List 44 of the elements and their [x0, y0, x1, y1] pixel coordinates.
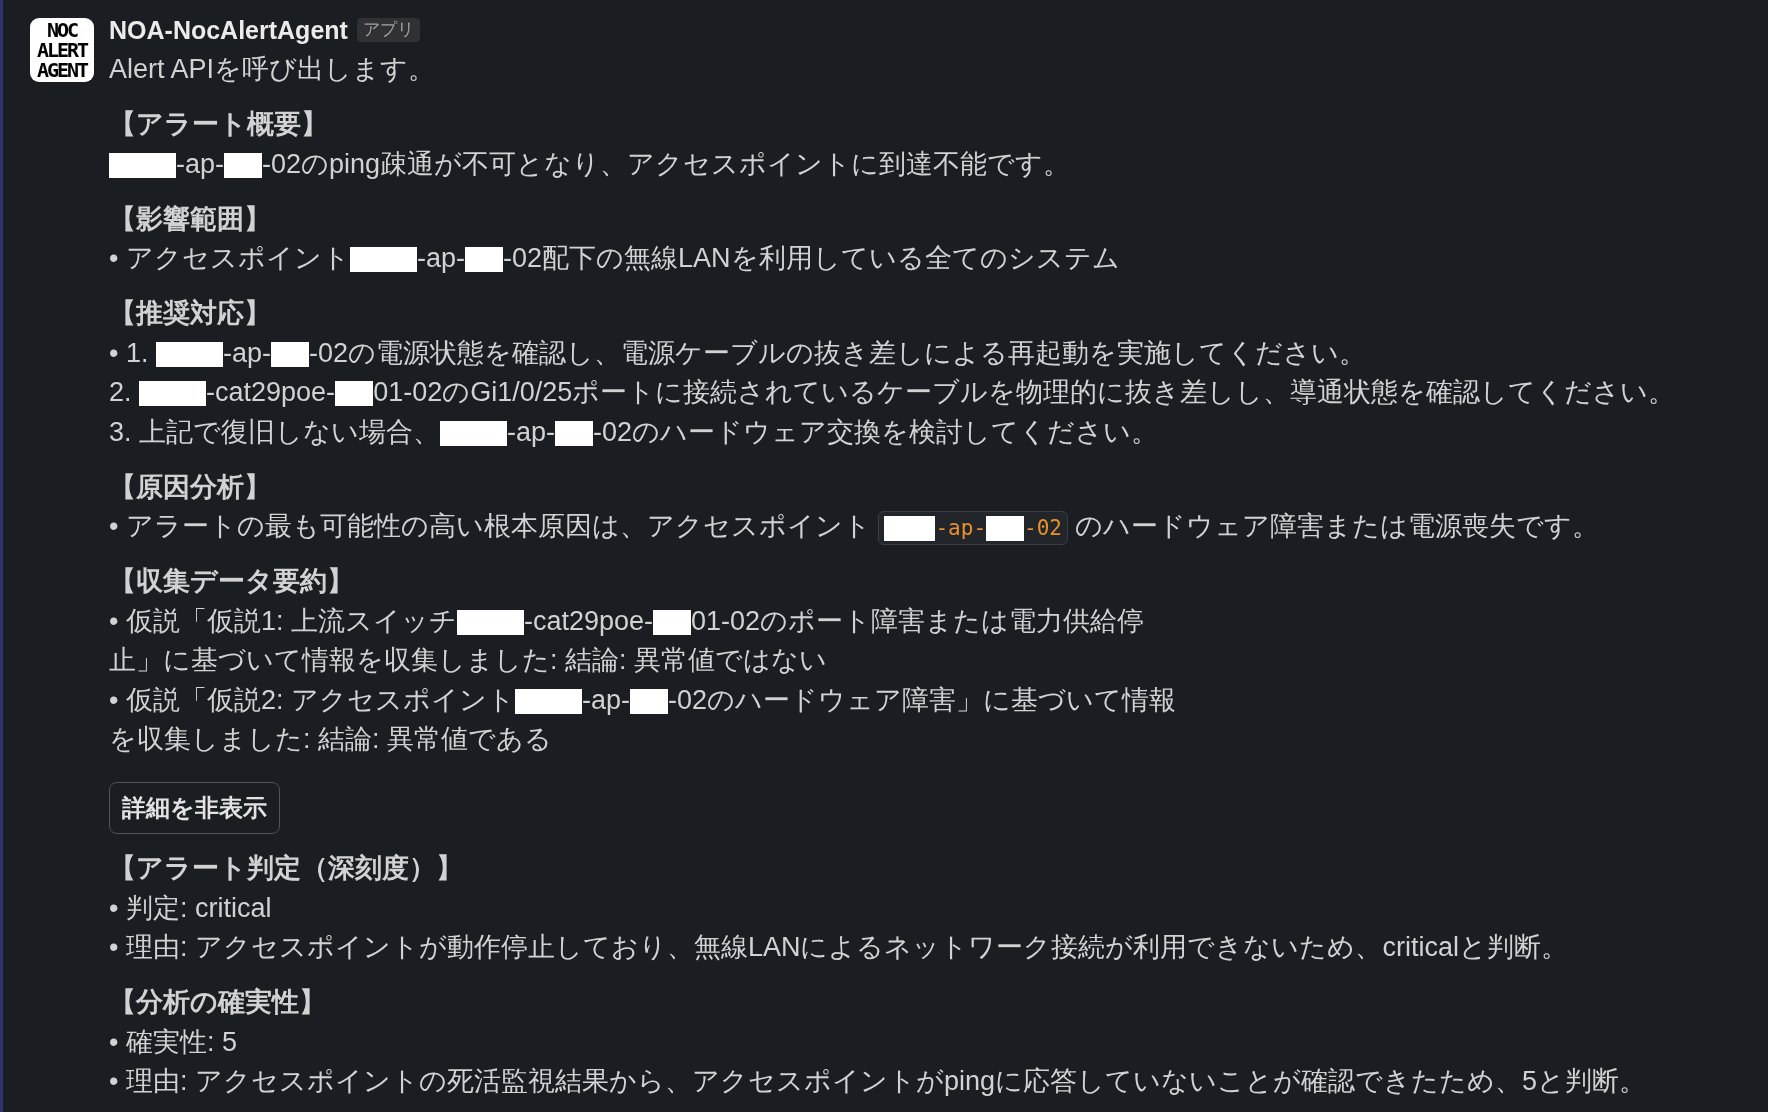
redaction-block: [630, 688, 668, 714]
logo-text: AGENT: [36, 60, 88, 80]
redaction-block: [465, 247, 503, 273]
section-heading: 【推奨対応】: [109, 297, 272, 330]
logo-text: NOC: [46, 20, 78, 40]
redaction-block: [109, 152, 176, 178]
app-avatar[interactable]: NOC ALERT AGENT: [30, 18, 94, 82]
redaction-block: [457, 609, 524, 635]
redaction-block: [271, 341, 309, 367]
sender-name[interactable]: NOA-NocAlertAgent: [109, 14, 348, 46]
redaction-block: [224, 152, 262, 178]
message-text: 3. 上記で復旧しない場合、 -ap- -02のハードウェア交換を検討してください。: [109, 415, 1160, 449]
message-text: • アラートの最も可能性の高い根本原因は、アクセスポイント -ap- -02 のハードウェア障害または電源喪失です。: [109, 507, 1676, 547]
message-text: • 理由: アクセスポイントの死活監視結果から、アクセスポイントがpingに応答していないことが確認できたため、5と判断。: [109, 1065, 1648, 1098]
message-text: • 理由: アクセスポイントが動作停止しており、無線LANによるネットワーク接続が利用できないため、criticalと判断。: [109, 931, 1569, 964]
redaction-block: [139, 381, 207, 407]
redaction-block: [156, 341, 223, 367]
message-text: 2. -cat29poe- 01-02のGi1/0/25ポートに接続されているケーブルを物理的に抜き差しし、導通状態を確認してください。: [109, 376, 1676, 409]
section-heading: 【分析の確実性】: [109, 986, 327, 1019]
hide-details-button[interactable]: 詳細を非表示: [109, 781, 280, 834]
section-heading: 【原因分析】: [109, 470, 272, 504]
redaction-block: [440, 420, 508, 446]
redaction-block: [515, 688, 582, 714]
redaction-block: [653, 609, 692, 635]
redaction-block: [555, 420, 594, 446]
message-text: • 判定: critical: [109, 891, 273, 925]
section-heading: 【アラート概要】: [109, 108, 329, 141]
message-text: Alert APIを呼び出します。: [109, 53, 437, 86]
section-heading: 【アラート判定（深刻度）】: [109, 852, 464, 885]
message-text: • 仮説「仮説2: アクセスポイント -ap- -02のハードウェア障害」に基づいて情報を収集しました: 結論: 異常値である: [109, 683, 1178, 756]
message-text: -ap- -02のping疎通が不可となり、アクセスポイントに到達不能です。: [109, 144, 1676, 184]
redaction-block: [986, 516, 1025, 542]
message-text: • 仮説「仮説1: 上流スイッチ -cat29poe- 01-02のポート障害または電力供給停止」に基づいて情報を収集しました: 結論: 異常値ではない: [109, 604, 1146, 677]
app-badge: アプリ: [356, 18, 420, 42]
message-text: • 1. -ap- -02の電源状態を確認し、電源ケーブルの抜き差しによる再起動を実施してください。: [109, 336, 1368, 370]
logo-text: ALERT: [36, 40, 88, 60]
redaction-block: [335, 381, 374, 407]
message-text: • アクセスポイント -ap- -02配下の無線LANを利用している全てのシステム: [109, 242, 1121, 275]
message-text: • 確実性: 5: [109, 1025, 238, 1059]
inline-code: -ap- -02: [878, 510, 1068, 545]
redaction-block: [349, 247, 417, 273]
section-heading: 【影響範囲】: [109, 202, 272, 236]
redaction-block: [884, 516, 936, 542]
section-heading: 【収集データ要約】: [109, 565, 355, 598]
